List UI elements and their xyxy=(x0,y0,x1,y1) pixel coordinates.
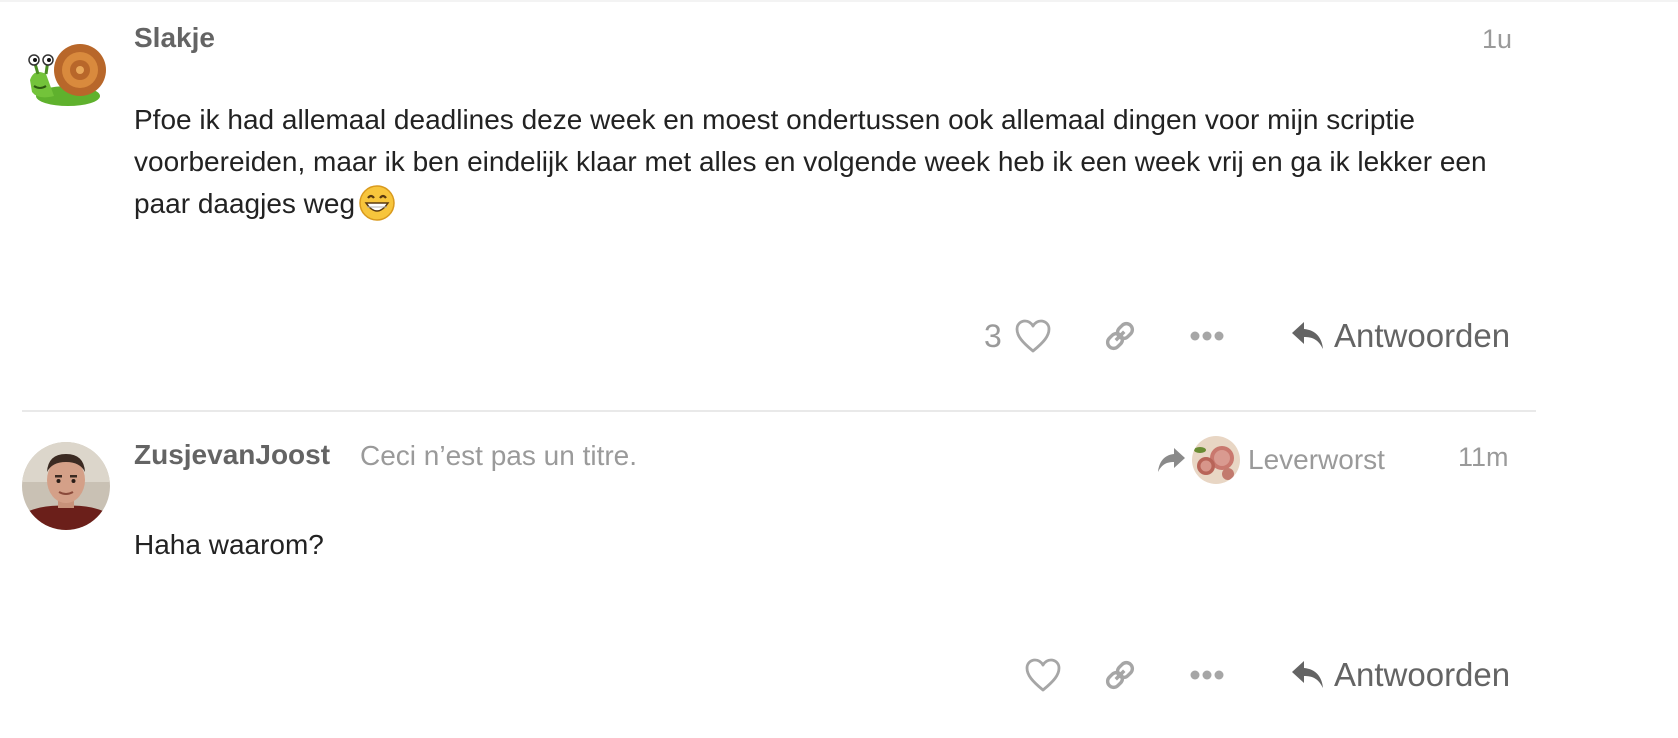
copy-link-button[interactable] xyxy=(1102,311,1138,361)
more-button[interactable] xyxy=(1189,650,1225,700)
like-count: 3 xyxy=(984,317,1002,354)
post-text: Haha waarom? xyxy=(134,529,324,560)
link-icon xyxy=(1105,321,1135,351)
ellipsis-icon xyxy=(1190,331,1224,341)
man-portrait-avatar-icon xyxy=(22,442,110,530)
post-actions: Antwoorden xyxy=(984,650,1524,700)
username[interactable]: Slakje xyxy=(134,22,215,54)
share-arrow-icon xyxy=(1158,448,1185,472)
post-date[interactable]: 1u xyxy=(1482,24,1512,55)
like-button[interactable] xyxy=(1024,650,1062,700)
post-2: ZusjevanJoost Ceci n’est pas un titre. L… xyxy=(0,420,1678,738)
reply-to-username: Leverworst xyxy=(1248,444,1385,475)
sausage-avatar-icon xyxy=(1192,436,1240,484)
post-date[interactable]: 11m xyxy=(1458,442,1509,473)
reply-button[interactable]: Antwoorden xyxy=(1290,650,1510,700)
heart-icon xyxy=(1025,658,1061,692)
user-title: Ceci n’est pas un titre. xyxy=(360,440,638,471)
username[interactable]: ZusjevanJoost xyxy=(134,439,330,471)
avatar[interactable] xyxy=(22,442,110,530)
grinning-face-emoji-icon xyxy=(359,185,395,233)
ellipsis-icon xyxy=(1190,670,1224,680)
post-text: Pfoe ik had allemaal deadlines deze week… xyxy=(134,104,1487,219)
copy-link-button[interactable] xyxy=(1102,650,1138,700)
like-button[interactable]: 3 xyxy=(984,311,1052,361)
avatar[interactable] xyxy=(24,30,112,118)
reply-arrow-icon xyxy=(1292,661,1323,688)
post-actions: 3 Antwoorden xyxy=(984,311,1524,361)
reply-button[interactable]: Antwoorden xyxy=(1290,311,1510,361)
reply-label: Antwoorden xyxy=(1334,317,1511,354)
post-divider xyxy=(22,410,1536,412)
post-1: Slakje 1u Pfoe ik had allemaal deadlines… xyxy=(0,0,1678,400)
more-button[interactable] xyxy=(1189,311,1225,361)
reply-to-tab[interactable]: Leverworst xyxy=(1156,434,1385,486)
snail-avatar-icon xyxy=(28,44,106,106)
reply-to-avatar xyxy=(1192,436,1240,484)
link-icon xyxy=(1105,660,1135,690)
reply-label: Antwoorden xyxy=(1334,656,1511,693)
post-body: Pfoe ik had allemaal deadlines deze week… xyxy=(134,99,1534,233)
reply-arrow-icon xyxy=(1292,322,1323,349)
post-body: Haha waarom? xyxy=(134,524,1534,566)
heart-icon xyxy=(1015,319,1051,353)
